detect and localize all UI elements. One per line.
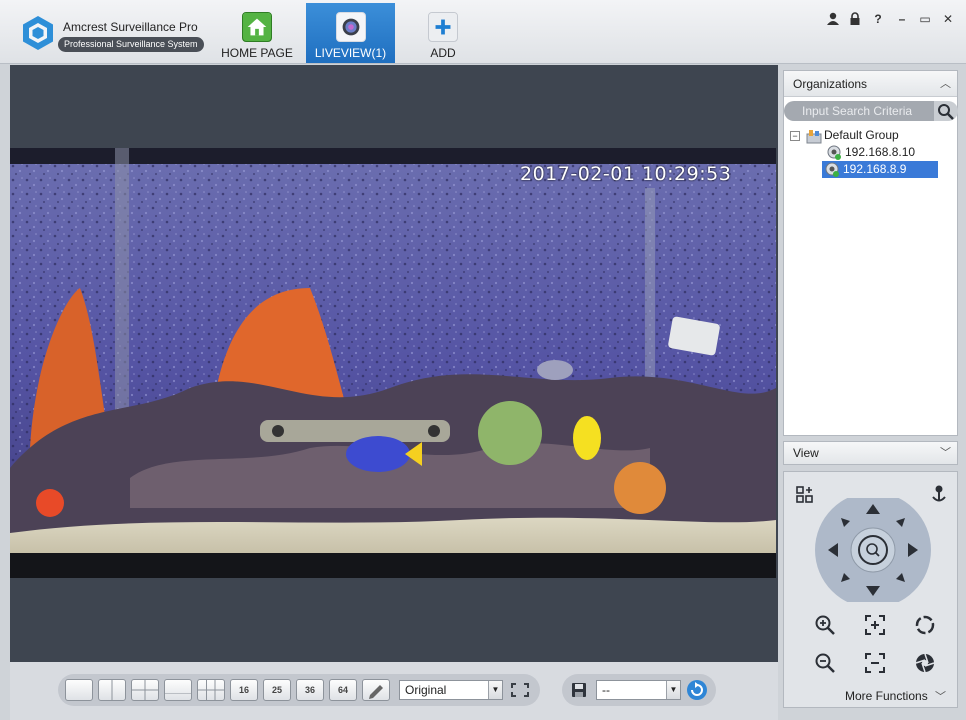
organizations-header[interactable]: Organizations ︿ — [784, 71, 957, 97]
iris-close-icon[interactable] — [914, 652, 936, 674]
chevron-down-icon: ▼ — [488, 681, 502, 699]
organizations-panel: Organizations ︿ Input Search Criteria − … — [783, 70, 958, 436]
layout-6-button[interactable] — [131, 679, 159, 701]
tree-collapse-toggle[interactable]: − — [790, 131, 800, 141]
tab-home-label: HOME PAGE — [221, 46, 293, 60]
fullscreen-icon[interactable] — [510, 682, 530, 698]
tab-liveview-label: LIVEVIEW(1) — [314, 46, 387, 60]
minimize-icon[interactable]: – — [893, 10, 911, 28]
video-timestamp: 2017-02-01 10:29:53 — [520, 163, 732, 185]
amcrest-logo-icon — [23, 16, 53, 50]
zoom-in-icon[interactable] — [814, 614, 836, 636]
title-bar: Amcrest Surveillance Pro Professional Su… — [0, 0, 966, 64]
user-icon[interactable] — [824, 10, 842, 28]
save-icon[interactable] — [571, 682, 587, 698]
tab-liveview[interactable]: LIVEVIEW(1) — [306, 3, 395, 63]
view-title: View — [793, 446, 819, 460]
refresh-icon[interactable] — [686, 679, 708, 701]
ptz-lock-icon[interactable] — [930, 484, 948, 504]
layout-16-button[interactable]: 16 — [230, 679, 258, 701]
chevron-up-icon[interactable]: ︿ — [940, 71, 951, 97]
iris-open-icon[interactable] — [914, 614, 936, 636]
focus-near-icon[interactable] — [864, 614, 886, 636]
pencil-icon — [369, 685, 383, 699]
home-icon — [242, 12, 272, 42]
video-scale-select[interactable]: Original ▼ — [399, 680, 503, 700]
tree-device-selected[interactable]: 192.168.8.9 — [822, 161, 938, 178]
lock-icon[interactable] — [846, 10, 864, 28]
tree-group-default[interactable]: Default Group — [824, 127, 899, 144]
view-save-group: -- ▼ — [562, 674, 716, 706]
layout-36-button[interactable]: 36 — [296, 679, 324, 701]
view-panel-header[interactable]: View ﹀ — [783, 441, 958, 465]
tab-add[interactable]: ADD — [398, 3, 488, 63]
app-name: Amcrest Surveillance Pro — [63, 20, 198, 34]
layout-button-group: 16 25 36 64 Original ▼ — [58, 674, 540, 706]
app-subtitle: Professional Surveillance System — [58, 37, 204, 52]
help-icon[interactable]: ? — [869, 10, 887, 28]
camera-icon — [335, 12, 366, 42]
chevron-down-icon[interactable]: ﹀ — [940, 442, 951, 464]
custom-layout-button[interactable] — [362, 679, 390, 701]
focus-far-icon[interactable] — [864, 652, 886, 674]
layout-64-button[interactable]: 64 — [329, 679, 357, 701]
device-search-input[interactable]: Input Search Criteria — [784, 101, 934, 121]
tree-device-192-168-8-9: 192.168.8.9 — [843, 162, 907, 176]
more-functions-button[interactable]: More Functions ﹀ — [845, 688, 946, 704]
ptz-control-panel: More Functions ﹀ — [783, 471, 958, 708]
layout-8-button[interactable] — [164, 679, 192, 701]
video-scale-value: Original — [405, 683, 447, 697]
camera-video-feed[interactable]: 2017-02-01 10:29:53 — [10, 148, 776, 578]
zoom-out-icon[interactable] — [814, 652, 836, 674]
device-online-icon — [825, 162, 839, 177]
plus-icon — [428, 12, 458, 42]
chevron-down-icon: ▼ — [666, 681, 680, 699]
ptz-direction-wheel[interactable] — [814, 498, 932, 602]
device-online-icon — [827, 145, 841, 160]
bottom-toolbar: 16 25 36 64 Original ▼ -- ▼ — [10, 662, 778, 720]
layout-25-button[interactable]: 25 — [263, 679, 291, 701]
tab-add-label: ADD — [430, 46, 456, 60]
layout-1-button[interactable] — [65, 679, 93, 701]
live-video-panel[interactable]: 2017-02-01 10:29:53 — [10, 65, 778, 662]
search-icon[interactable] — [934, 101, 958, 121]
aquarium-video-image — [10, 148, 776, 578]
organizations-title: Organizations — [793, 77, 868, 91]
group-icon — [806, 130, 822, 144]
maximize-icon[interactable]: ▭ — [916, 10, 934, 28]
saved-view-value: -- — [602, 683, 610, 697]
layout-4-button[interactable] — [98, 679, 126, 701]
chevron-down-icon: ﹀ — [935, 691, 947, 703]
saved-view-select[interactable]: -- ▼ — [596, 680, 681, 700]
layout-9-button[interactable] — [197, 679, 225, 701]
right-sidebar: Organizations ︿ Input Search Criteria − … — [781, 65, 966, 720]
close-icon[interactable]: ✕ — [939, 10, 957, 28]
tree-device-192-168-8-10[interactable]: 192.168.8.10 — [842, 144, 918, 161]
tab-home-page[interactable]: HOME PAGE — [212, 3, 302, 63]
more-functions-label: More Functions — [845, 689, 928, 703]
preset-grid-icon[interactable] — [796, 486, 814, 504]
